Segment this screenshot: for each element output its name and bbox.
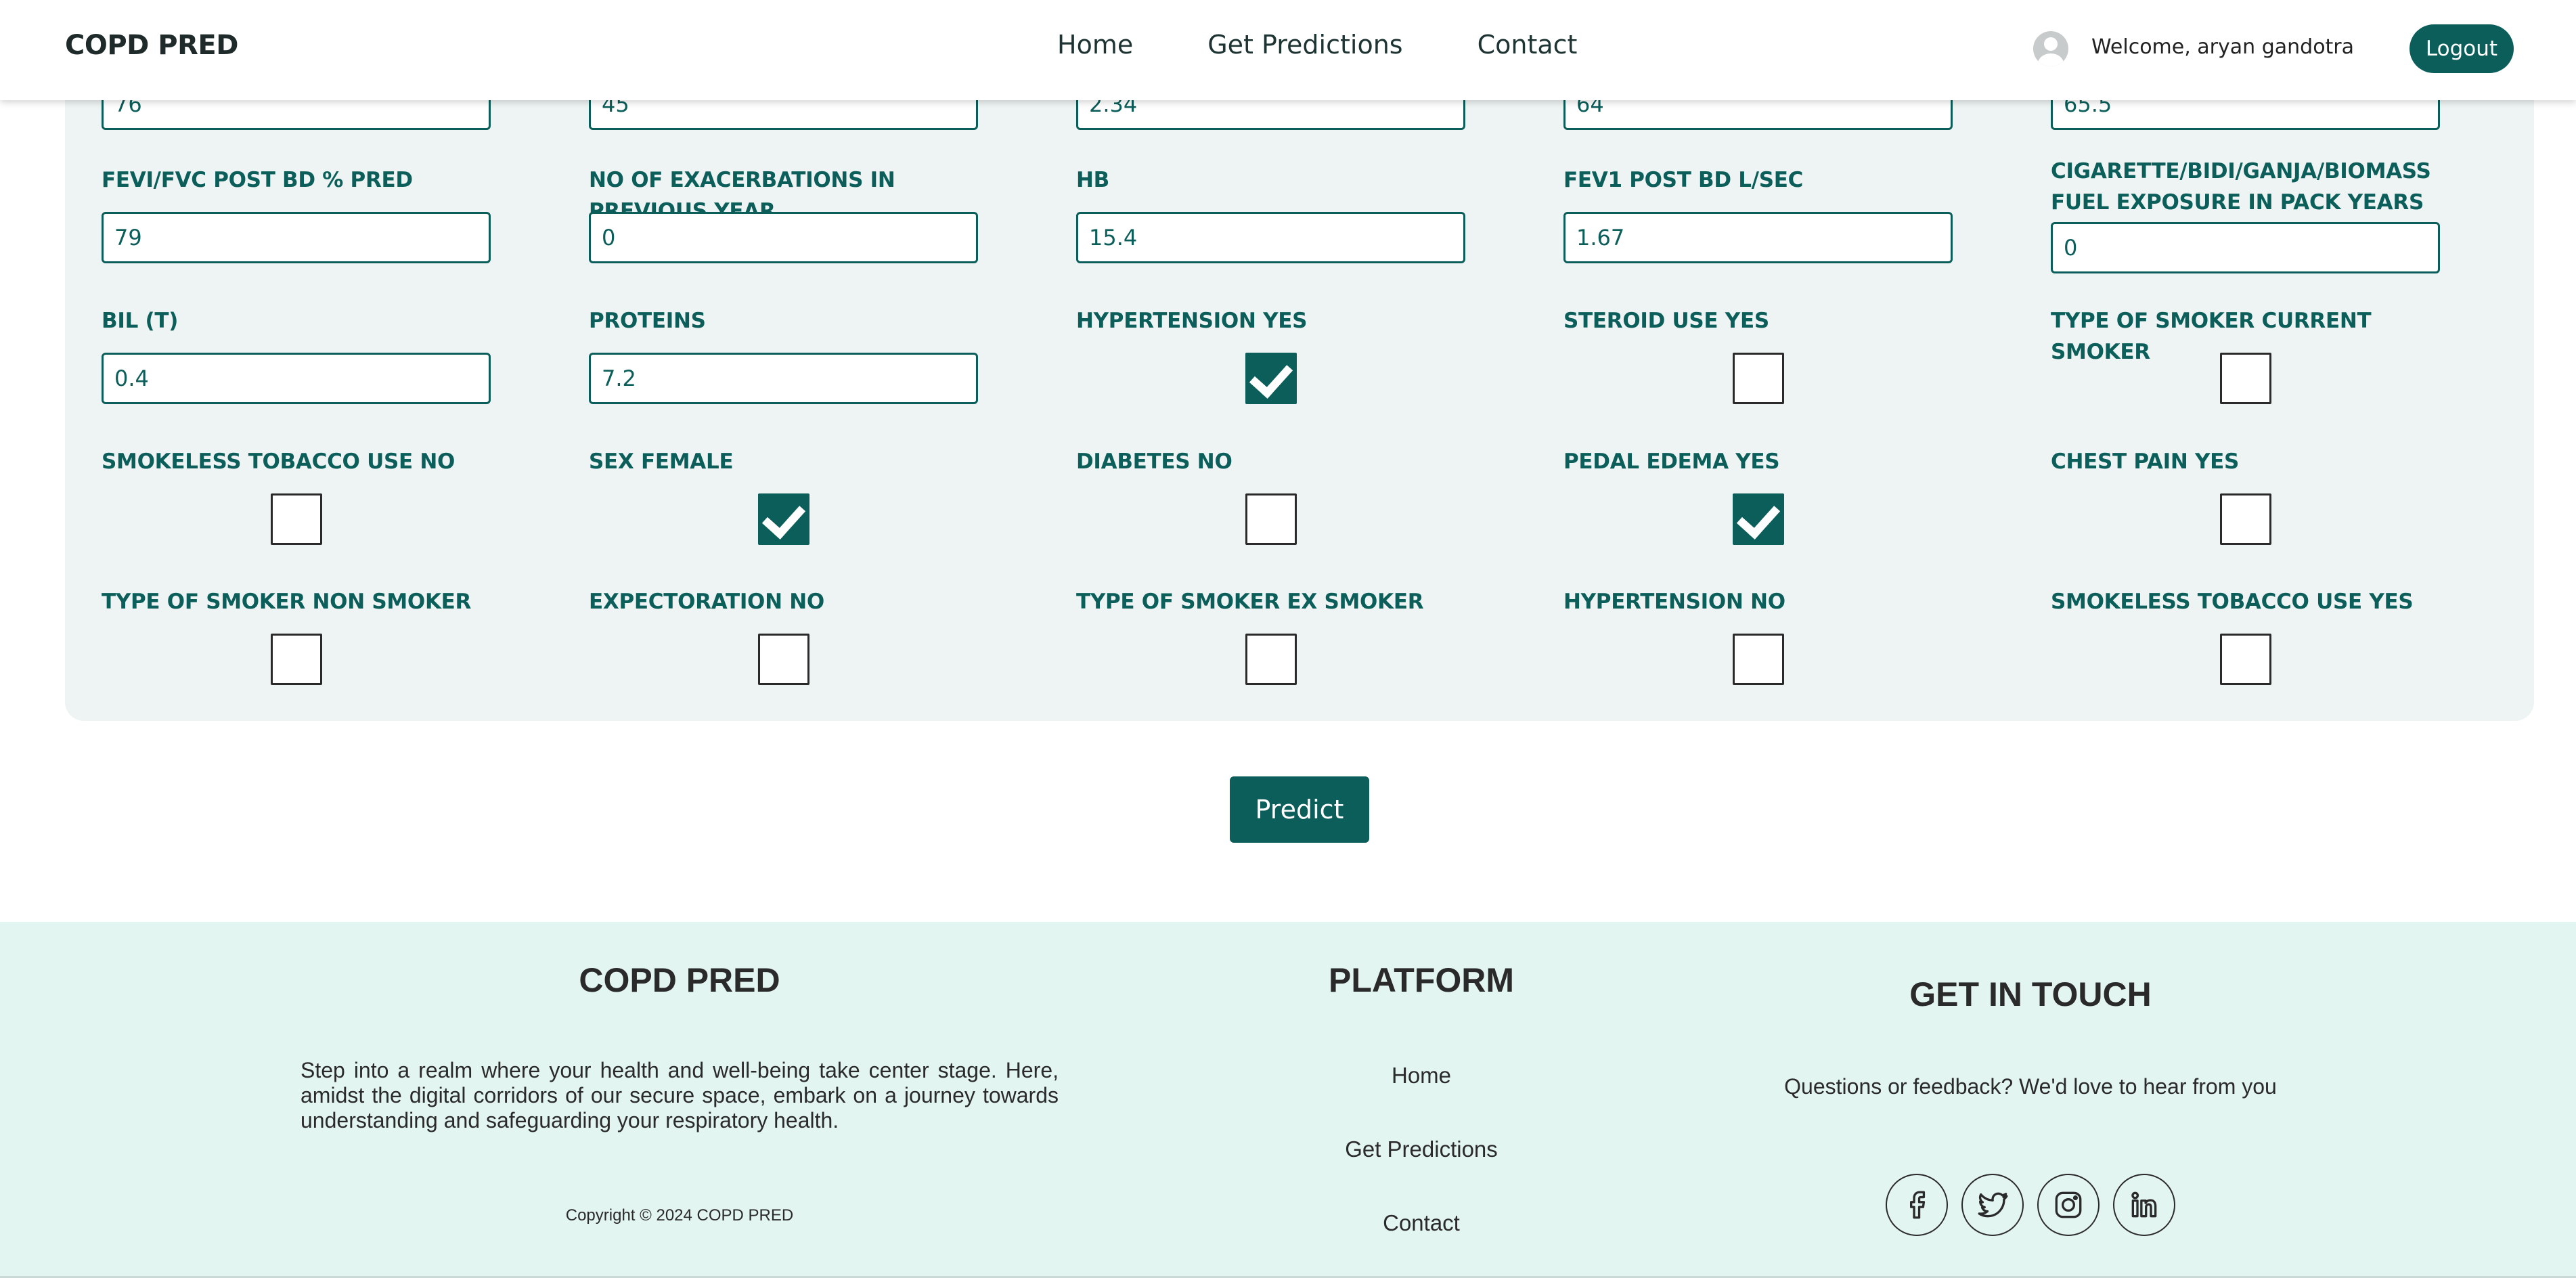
checkmark-icon — [1249, 354, 1293, 399]
nav-get-predictions-link[interactable]: Get Predictions — [1207, 30, 1402, 60]
footer-get-predictions-link[interactable]: Get Predictions — [1286, 1137, 1557, 1162]
footer-home-link[interactable]: Home — [1286, 1063, 1557, 1088]
checkmark-icon — [1736, 495, 1781, 539]
instagram-icon[interactable] — [2037, 1174, 2100, 1236]
copyright-text: Copyright © 2024 COPD PRED — [565, 1206, 794, 1225]
predict-button[interactable]: Predict — [1230, 776, 1369, 843]
welcome-text: Welcome, aryan gandotra — [2091, 35, 2355, 59]
twitter-icon[interactable] — [1961, 1174, 2024, 1236]
current-smoker-checkbox[interactable] — [2220, 353, 2271, 404]
label-smokeless-yes: SMOKELESS TOBACCO USE YES — [2051, 590, 2414, 614]
label-fevi-fvc: FEVI/FVC POST BD % PRED — [102, 168, 413, 192]
label-smokeless-no: SMOKELESS TOBACCO USE NO — [102, 449, 456, 474]
footer-platform-heading: PLATFORM — [1328, 961, 1515, 999]
pedal-edema-yes-checkbox[interactable] — [1733, 493, 1784, 545]
fev1-input[interactable] — [1563, 212, 1953, 263]
label-fev1: FEV1 POST BD L/SEC — [1563, 168, 1804, 192]
brand-logo[interactable]: COPD PRED — [65, 30, 238, 61]
footer-description: Step into a realm where your health and … — [301, 1058, 1059, 1132]
label-diabetes-no: DIABETES NO — [1076, 449, 1233, 474]
smokeless-no-checkbox[interactable] — [271, 493, 322, 545]
label-bil: BIL (T) — [102, 309, 179, 333]
hypertension-no-checkbox[interactable] — [1733, 634, 1784, 685]
label-hypertension-no: HYPERTENSION NO — [1563, 590, 1785, 614]
hypertension-yes-checkbox[interactable] — [1245, 353, 1297, 404]
footer-brand-heading: COPD PRED — [579, 961, 780, 999]
steroid-use-yes-checkbox[interactable] — [1733, 353, 1784, 404]
sex-female-checkbox[interactable] — [758, 493, 809, 545]
nav-links: Home Get Predictions Contact — [1057, 30, 1577, 60]
top-navbar: COPD PRED Home Get Predictions Contact W… — [0, 0, 2576, 100]
label-sex-female: SEX FEMALE — [589, 449, 734, 474]
label-hypertension-yes: HYPERTENSION YES — [1076, 309, 1308, 333]
nav-home-link[interactable]: Home — [1057, 30, 1133, 60]
expectoration-no-checkbox[interactable] — [758, 634, 809, 685]
label-chest-pain-yes: CHEST PAIN YES — [2051, 449, 2240, 474]
footer-get-in-touch-heading: GET IN TOUCH — [1909, 975, 2152, 1013]
footer-contact-text: Questions or feedback? We'd love to hear… — [1784, 1074, 2277, 1099]
fevi-fvc-input[interactable] — [102, 212, 491, 263]
user-avatar-icon — [2033, 31, 2068, 66]
bil-input[interactable] — [102, 353, 491, 404]
label-hb: HB — [1076, 168, 1109, 192]
nav-contact-link[interactable]: Contact — [1478, 30, 1578, 60]
label-expectoration-no: EXPECTORATION NO — [589, 590, 824, 614]
label-proteins: PROTEINS — [589, 309, 706, 333]
pack-years-input[interactable] — [2051, 222, 2440, 273]
label-non-smoker: TYPE OF SMOKER NON SMOKER — [102, 590, 472, 614]
logout-button[interactable]: Logout — [2410, 24, 2514, 73]
smokeless-yes-checkbox[interactable] — [2220, 634, 2271, 685]
facebook-icon[interactable] — [1886, 1174, 1948, 1236]
label-pedal-edema-yes: PEDAL EDEMA YES — [1563, 449, 1780, 474]
prediction-form-panel: FEVI/FVC POST BD % PRED NO OF EXACERBATI… — [65, 41, 2534, 721]
label-ex-smoker: TYPE OF SMOKER EX SMOKER — [1076, 590, 1424, 614]
checkmark-icon — [761, 495, 806, 539]
ex-smoker-checkbox[interactable] — [1245, 634, 1297, 685]
footer-contact-link[interactable]: Contact — [1286, 1210, 1557, 1236]
label-pack-years: CIGARETTE/BIDI/GANJA/BIOMASS FUEL EXPOSU… — [2051, 159, 2431, 215]
exacerbations-input[interactable] — [589, 212, 978, 263]
linkedin-icon[interactable] — [2113, 1174, 2175, 1236]
non-smoker-checkbox[interactable] — [271, 634, 322, 685]
hb-input[interactable] — [1076, 212, 1465, 263]
chest-pain-yes-checkbox[interactable] — [2220, 493, 2271, 545]
label-steroid-use-yes: STEROID USE YES — [1563, 309, 1769, 333]
diabetes-no-checkbox[interactable] — [1245, 493, 1297, 545]
proteins-input[interactable] — [589, 353, 978, 404]
